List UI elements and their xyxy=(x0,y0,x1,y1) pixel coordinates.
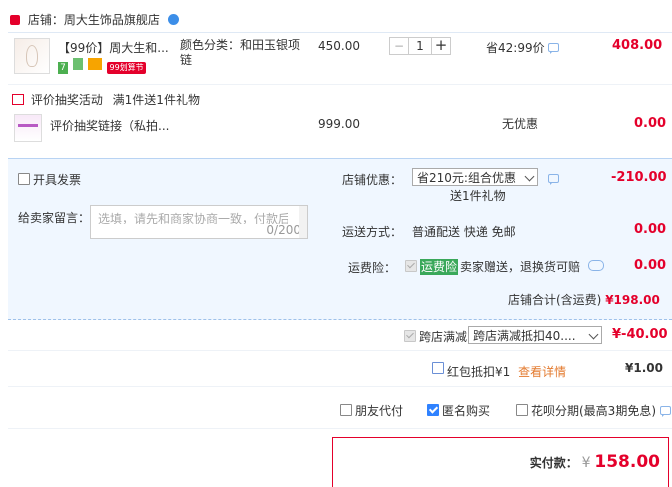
promo-item-title[interactable]: 评价抽奖链接（私拍... xyxy=(50,117,169,134)
shop-coupon-select[interactable]: 省210元:组合优惠 xyxy=(412,168,538,186)
promo-item-thumbnail[interactable] xyxy=(14,114,42,142)
huabei-checkbox[interactable] xyxy=(516,404,528,416)
insurance-desc: 卖家赠送，退换货可赔 xyxy=(460,260,581,274)
friend-pay-option[interactable]: 朋友代付 xyxy=(340,402,403,419)
insurance-option: 运费险 卖家赠送，退换货可赔 xyxy=(405,258,604,275)
note-label: 给卖家留言： xyxy=(18,211,91,225)
friend-pay-label: 朋友代付 xyxy=(355,404,404,418)
cross-store-checkbox xyxy=(404,330,416,342)
divider xyxy=(8,386,672,387)
promo-label: 评价抽奖活动 xyxy=(30,93,103,107)
promo-item-discount: 无优惠 xyxy=(502,117,539,131)
anonymous-label: 匿名购买 xyxy=(442,404,491,418)
promo-desc: 满1件送1件礼物 xyxy=(112,93,200,107)
seller-note-textarea[interactable]: 选填，请先和商家协商一致，付款后商家承诺线上保障 0/200 xyxy=(90,205,308,239)
insurance-info-icon[interactable] xyxy=(587,260,604,271)
insurance-checkbox xyxy=(405,260,417,272)
item-price: 450.00 xyxy=(318,39,360,53)
red-packet-label: 红包抵扣¥1 xyxy=(447,365,511,379)
anonymous-checkbox[interactable] xyxy=(427,404,439,416)
coupon-message-icon[interactable] xyxy=(548,174,559,185)
pay-summary-box: 实付款： ¥ 158.00 xyxy=(332,437,669,487)
insurance-label: 运费险： xyxy=(348,261,397,275)
tmall-shop-icon xyxy=(10,15,20,25)
wangwang-chat-icon[interactable] xyxy=(167,14,179,25)
cross-store-select[interactable]: 跨店满减抵扣40.... xyxy=(468,326,602,344)
shop-name[interactable]: 店铺：周大生饰品旗舰店 xyxy=(28,13,160,27)
invoice-label: 开具发票 xyxy=(33,173,82,187)
item-thumbnail[interactable] xyxy=(14,38,50,74)
discount-info-icon[interactable] xyxy=(548,43,560,54)
cross-store-amount: ¥-40.00 xyxy=(612,327,668,342)
item-badges: 7 99划算节 xyxy=(58,58,146,74)
insurance-tag: 运费险 xyxy=(420,259,459,275)
shop-total-row: 店铺合计(含运费) ¥198.00 xyxy=(508,291,660,308)
pay-total-row: 实付款： ¥ 158.00 xyxy=(530,452,660,472)
invoice-option[interactable]: 开具发票 xyxy=(18,171,81,188)
huabei-option[interactable]: 花呗分期(最高3期免息) xyxy=(516,402,671,419)
pay-label: 实付款： xyxy=(529,456,578,470)
divider xyxy=(8,428,672,429)
card-badge-icon xyxy=(87,58,102,70)
huabei-info-icon[interactable] xyxy=(659,406,671,417)
cross-store-label: 跨店满减 xyxy=(419,330,468,344)
promo-item-total: 0.00 xyxy=(634,116,667,131)
note-counter: 0/200 xyxy=(266,223,301,237)
friend-pay-checkbox[interactable] xyxy=(340,404,352,416)
red-packet-details-link[interactable]: 查看详情 xyxy=(518,365,566,379)
chevron-down-icon xyxy=(524,171,535,182)
divider xyxy=(8,84,672,85)
item-discount: 省42:99价 xyxy=(486,39,560,56)
pay-currency: ¥ xyxy=(581,455,591,471)
shipping-label: 运送方式： xyxy=(342,225,403,239)
promo-header: 评价抽奖活动 满1件送1件礼物 xyxy=(12,91,200,108)
item-title[interactable]: 【99价】周大生和... xyxy=(58,39,169,56)
jade-necklace-image xyxy=(26,45,38,67)
huabei-label: 花呗分期(最高3期免息) xyxy=(531,404,656,418)
promo-item-price: 999.00 xyxy=(318,117,360,131)
shop-header: 店铺：周大生饰品旗舰店 xyxy=(10,12,179,28)
chevron-down-icon xyxy=(588,329,599,340)
shipping-amount: 0.00 xyxy=(634,222,667,237)
red-packet-checkbox[interactable] xyxy=(432,362,444,374)
shop-coupon-amount: -210.00 xyxy=(611,170,667,185)
note-placeholder: 选填，请先和商家协商一致，付款后商家承诺线上保障 xyxy=(98,212,288,224)
invoice-checkbox[interactable] xyxy=(18,173,30,185)
cross-store-option: 跨店满减 xyxy=(404,328,467,345)
shop-coupon-value: 省210元:组合优惠 xyxy=(417,171,516,185)
qty-input[interactable]: 1 xyxy=(409,37,431,55)
item-total: 408.00 xyxy=(612,38,663,53)
shipping-value: 普通配送 快递 免邮 xyxy=(412,225,516,239)
shop-total-amount: ¥198.00 xyxy=(605,293,660,307)
quantity-stepper: −1 + xyxy=(389,37,451,55)
seven-day-return-badge: 7 xyxy=(58,62,68,74)
red-packet-amount: ¥1.00 xyxy=(625,361,663,375)
anonymous-option[interactable]: 匿名购买 xyxy=(427,402,490,419)
insurance-amount: 0.00 xyxy=(634,258,667,273)
service-badge-icon xyxy=(72,58,83,70)
qty-plus-button[interactable]: + xyxy=(431,37,451,55)
divider xyxy=(8,350,672,351)
shop-total-label: 店铺合计(含运费) xyxy=(508,293,602,307)
shop-coupon-sub: 送1件礼物 xyxy=(450,189,506,203)
shop-coupon-label: 店铺优惠： xyxy=(342,173,403,187)
red-packet-option[interactable]: 红包抵扣¥1 查看详情 xyxy=(432,362,566,380)
gift-icon xyxy=(12,94,24,105)
promo-event-badge: 99划算节 xyxy=(107,62,146,74)
promo-image-band xyxy=(18,124,38,127)
cross-store-value: 跨店满减抵扣40.... xyxy=(473,329,576,343)
textarea-scrollbar[interactable] xyxy=(299,206,307,238)
qty-minus-button[interactable]: − xyxy=(389,37,409,55)
pay-amount: 158.00 xyxy=(594,452,660,472)
item-discount-text: 省42:99价 xyxy=(486,41,545,55)
item-sku: 颜色分类：和田玉银项链 xyxy=(180,38,301,67)
divider xyxy=(8,32,672,33)
